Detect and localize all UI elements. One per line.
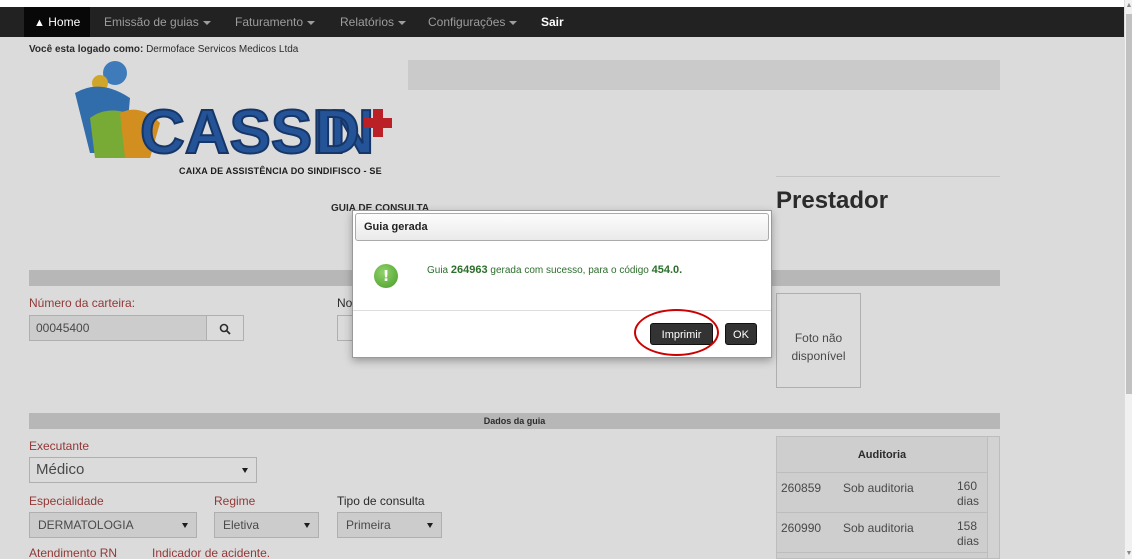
chevron-down-icon — [427, 523, 433, 528]
nav-faturamento[interactable]: Faturamento — [235, 7, 316, 37]
chevron-down-icon — [304, 523, 310, 528]
especialidade-select[interactable]: DERMATOLOGIA — [29, 512, 197, 538]
auditoria-scrollbar[interactable] — [987, 437, 999, 558]
dialog-title: Guia gerada — [364, 221, 428, 233]
logo-subtitle: CAIXA DE ASSISTÊNCIA DO SINDIFISCO - SE — [179, 166, 382, 176]
nav-relatorios-label: Relatórios — [340, 15, 395, 29]
dialog-header: Guia gerada — [355, 213, 769, 241]
redacted-block — [88, 463, 209, 478]
tipo-consulta-value: Primeira — [346, 518, 391, 532]
auditoria-dias-unit: dias — [957, 494, 980, 508]
scroll-up-icon[interactable]: ▲ — [1125, 2, 1132, 9]
header-band — [408, 60, 1000, 90]
auditoria-guia: 260859 — [781, 481, 822, 495]
section-bar-dados-guia: Dados da guia — [29, 413, 1000, 429]
guia-number: 264963 — [450, 264, 488, 276]
cassind-logo-graphic: CASSIN D — [75, 61, 392, 168]
chevron-down-icon — [307, 20, 316, 25]
numero-carteira-input[interactable]: 00045400 — [29, 315, 207, 341]
page: ▲ Home Emissão de guias Faturamento Rela… — [0, 0, 1132, 559]
home-icon: ▲ — [34, 17, 45, 29]
atendimento-rn-label: Atendimento RN — [29, 546, 118, 559]
scroll-down-icon[interactable]: ▼ — [1125, 550, 1132, 557]
search-icon — [219, 323, 231, 335]
tipo-consulta-label: Tipo de consulta — [337, 494, 425, 508]
especialidade-value: DERMATOLOGIA — [38, 518, 134, 532]
highlight-annotation — [634, 309, 719, 356]
nav-configuracoes-label: Configurações — [428, 15, 506, 29]
chevron-down-icon — [398, 20, 407, 25]
chevron-down-icon — [182, 523, 188, 528]
prestador-heading: Prestador — [776, 187, 889, 214]
msg-middle: gerada com sucesso, para o código — [490, 265, 649, 276]
exclamation-icon: ! — [374, 264, 398, 288]
divider — [776, 176, 1000, 177]
auditoria-status: Sob auditoria — [843, 481, 914, 495]
regime-label: Regime — [214, 494, 256, 508]
table-row[interactable]: 260859 Sob auditoria 160 dias — [777, 473, 987, 513]
especialidade-label: Especialidade — [29, 494, 104, 508]
table-row[interactable]: 260990 Sob auditoria 158 dias — [777, 513, 987, 553]
dialog-message: Guia 264963 gerada com sucesso, para o c… — [427, 264, 682, 276]
executante-label: Executante — [29, 439, 90, 453]
nav-sair[interactable]: Sair — [541, 7, 564, 37]
auditoria-title: Auditoria — [777, 437, 987, 473]
auditoria-status: Sob auditoria — [843, 521, 914, 535]
logged-in-info: Você esta logado como: Dermoface Servico… — [29, 44, 298, 55]
nav-home[interactable]: ▲ Home — [24, 7, 91, 37]
regime-value: Eletiva — [223, 518, 260, 532]
auditoria-dias-num: 158 — [957, 519, 978, 533]
top-navbar: ▲ Home Emissão de guias Faturamento Rela… — [0, 7, 1124, 37]
tipo-consulta-select[interactable]: Primeira — [337, 512, 442, 538]
chevron-down-icon — [242, 468, 248, 473]
executante-value: Médico — [36, 461, 85, 478]
executante-select[interactable]: Médico — [29, 457, 257, 483]
chevron-down-icon — [202, 20, 211, 25]
auditoria-guia: 260990 — [781, 521, 822, 535]
svg-text:D: D — [315, 98, 360, 167]
indicador-acidente-label: Indicador de acidente. — [152, 546, 271, 559]
nav-home-label: Home — [48, 15, 81, 29]
auditoria-dias-unit: dias — [957, 534, 980, 548]
logged-in-prefix: Você esta logado como: — [29, 44, 144, 55]
search-button[interactable] — [206, 315, 244, 341]
dialog-body: ! Guia 264963 gerada com sucesso, para o… — [353, 242, 771, 311]
scroll-thumb[interactable] — [1126, 14, 1132, 394]
msg-prefix: Guia — [427, 265, 449, 276]
nav-relatorios[interactable]: Relatórios — [340, 7, 407, 37]
numero-carteira-label: Número da carteira: — [29, 296, 136, 310]
msg-end: . — [679, 264, 683, 276]
nome-label: No — [337, 296, 353, 310]
nav-emissao-guias[interactable]: Emissão de guias — [104, 7, 211, 37]
page-scrollbar[interactable]: ▲ ▼ — [1124, 0, 1132, 559]
ok-button[interactable]: OK — [725, 323, 757, 345]
chevron-down-icon — [509, 20, 518, 25]
logged-in-user: Dermoface Servicos Medicos Ltda — [146, 44, 299, 55]
codigo-value: 454.0 — [651, 264, 680, 276]
regime-select[interactable]: Eletiva — [214, 512, 319, 538]
nav-configuracoes[interactable]: Configurações — [428, 7, 518, 37]
auditoria-panel: Auditoria 260859 Sob auditoria 160 dias … — [776, 436, 1000, 559]
cassind-logo: CASSIN D — [70, 58, 410, 176]
auditoria-dias-num: 160 — [957, 479, 978, 493]
nav-faturamento-label: Faturamento — [235, 15, 304, 29]
nav-emissao-label: Emissão de guias — [104, 15, 199, 29]
nav-sair-label: Sair — [541, 15, 564, 29]
foto-placeholder: Foto não disponível — [776, 293, 861, 388]
